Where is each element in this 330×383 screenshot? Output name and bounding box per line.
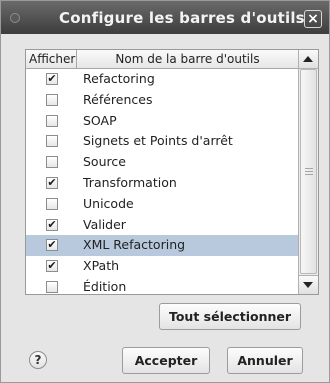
cancel-button[interactable]: Annuler xyxy=(227,347,303,374)
table-row[interactable]: Références xyxy=(26,90,298,111)
toolbar-name: Édition xyxy=(83,278,127,294)
show-checkbox[interactable] xyxy=(46,197,58,210)
show-checkbox[interactable]: ✔ xyxy=(46,260,58,273)
show-checkbox[interactable] xyxy=(46,135,58,148)
toolbar-name: Unicode xyxy=(83,195,134,211)
dialog-title: Configure les barres d'outils xyxy=(59,9,305,27)
grip-line xyxy=(305,171,313,172)
vertical-scrollbar[interactable] xyxy=(298,50,318,294)
table-row[interactable]: ✔ Transformation xyxy=(26,173,298,194)
toolbar-name: Refactoring xyxy=(83,71,155,86)
table-row[interactable]: ✔ Valider xyxy=(26,215,298,236)
cancel-label: Annuler xyxy=(237,353,293,368)
show-checkbox[interactable]: ✔ xyxy=(46,218,58,231)
grip-line xyxy=(305,174,313,175)
scroll-up-button[interactable] xyxy=(299,50,318,69)
grip-line xyxy=(305,168,313,169)
scroll-down-button[interactable] xyxy=(299,275,318,294)
select-all-button[interactable]: Tout sélectionner xyxy=(159,303,301,330)
show-checkbox[interactable]: ✔ xyxy=(46,239,58,252)
show-checkbox[interactable] xyxy=(46,156,58,169)
window-menu-icon[interactable] xyxy=(10,13,20,23)
toolbar-name: Signets et Points d'arrêt xyxy=(83,133,233,149)
arrow-up-icon xyxy=(303,56,313,62)
table-rows: ✔ Refactoring Références SOAP Signets et Poi… xyxy=(26,69,298,294)
show-checkbox[interactable] xyxy=(46,114,58,127)
select-all-label: Tout sélectionner xyxy=(168,309,292,324)
table-row[interactable]: Édition xyxy=(26,277,298,294)
toolbar-name: XML Refactoring xyxy=(83,237,186,253)
toolbar-name: Références xyxy=(83,91,153,107)
arrow-down-icon xyxy=(303,282,313,288)
toolbar-name: Transformation xyxy=(83,174,177,190)
scrollbar-thumb[interactable] xyxy=(300,69,317,274)
title-bar[interactable]: Configure les barres d'outils × xyxy=(1,1,329,34)
table-row[interactable]: SOAP xyxy=(26,111,298,132)
column-header-show[interactable]: Afficher xyxy=(27,50,77,68)
table-header: Afficher Nom de la barre d'outils xyxy=(26,50,298,69)
table-row[interactable]: Source xyxy=(26,152,298,173)
dialog-window: Configure les barres d'outils × Afficher… xyxy=(0,0,330,383)
toolbar-table: Afficher Nom de la barre d'outils ✔ Refac… xyxy=(25,49,319,295)
table-row[interactable]: Unicode xyxy=(26,194,298,215)
toolbar-name: Valider xyxy=(83,216,126,232)
toolbar-name: SOAP xyxy=(83,112,117,128)
show-checkbox[interactable]: ✔ xyxy=(46,73,58,85)
table-row[interactable]: ✔ XPath xyxy=(26,256,298,277)
toolbar-name: Source xyxy=(83,154,126,170)
column-header-name[interactable]: Nom de la barre d'outils xyxy=(77,50,298,68)
show-checkbox[interactable] xyxy=(46,280,58,293)
show-checkbox[interactable]: ✔ xyxy=(46,176,58,189)
table-row[interactable]: ✔ Refactoring xyxy=(26,69,298,90)
table-row[interactable]: ✔ XML Refactoring xyxy=(26,235,298,257)
accept-button[interactable]: Accepter xyxy=(122,347,210,374)
toolbar-name: XPath xyxy=(83,258,120,274)
table-row[interactable]: Signets et Points d'arrêt xyxy=(26,131,298,152)
accept-label: Accepter xyxy=(134,353,198,368)
help-icon[interactable]: ? xyxy=(29,351,47,369)
show-checkbox[interactable] xyxy=(46,93,58,106)
close-button[interactable]: × xyxy=(304,10,322,28)
